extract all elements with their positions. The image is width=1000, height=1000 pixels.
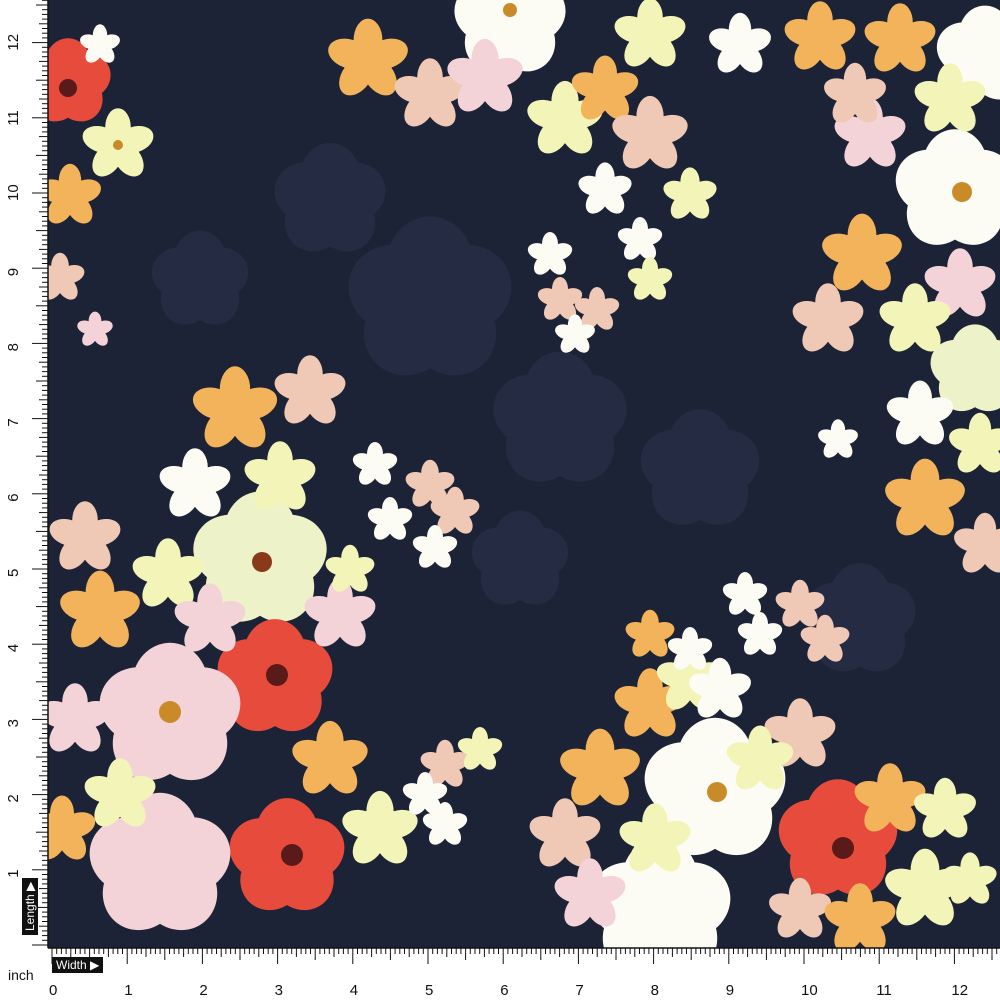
width-tick-label: 12 — [951, 982, 968, 999]
width-tick-label: 11 — [876, 982, 892, 999]
triangle-right-icon: ▶ — [90, 958, 100, 972]
length-tick-label: 6 — [5, 493, 22, 501]
length-tick-label: 9 — [5, 268, 22, 276]
length-tick-label: 1 — [5, 869, 22, 877]
width-tick-label: 4 — [350, 982, 358, 999]
length-tick-label: 12 — [5, 34, 22, 51]
width-badge: Width ▶ — [52, 957, 104, 973]
length-badge-label: Length — [23, 894, 37, 931]
length-tick-label: 8 — [5, 343, 22, 351]
length-tick-label: 7 — [5, 418, 22, 426]
length-tick-label: 11 — [5, 110, 22, 126]
width-tick-label: 6 — [500, 982, 508, 999]
length-tick-label: 10 — [5, 184, 22, 201]
fabric-swatch-image: 0 1 2 3 4 5 6 7 8 9 10 11 12 123456789101112 — [0, 0, 1000, 1000]
length-tick-label: 5 — [5, 569, 22, 577]
width-tick-label: 2 — [199, 982, 207, 999]
width-tick-label: 1 — [124, 982, 132, 999]
triangle-right-icon: ▶ — [23, 881, 37, 891]
width-tick-label: 10 — [801, 982, 818, 999]
width-tick-label: 0 — [49, 982, 57, 999]
length-tick-label: 2 — [5, 794, 22, 802]
width-tick-label: 5 — [425, 982, 433, 999]
length-tick-label: 4 — [5, 644, 22, 652]
length-badge: Length ▶ — [22, 877, 38, 935]
ruler-unit-label: inch — [8, 967, 34, 983]
width-tick-label: 7 — [575, 982, 583, 999]
width-tick-label: 3 — [275, 982, 283, 999]
length-tick-label: 3 — [5, 719, 22, 727]
width-tick-label: 9 — [726, 982, 734, 999]
width-badge-label: Width — [56, 958, 87, 972]
width-tick-label: 8 — [651, 982, 659, 999]
